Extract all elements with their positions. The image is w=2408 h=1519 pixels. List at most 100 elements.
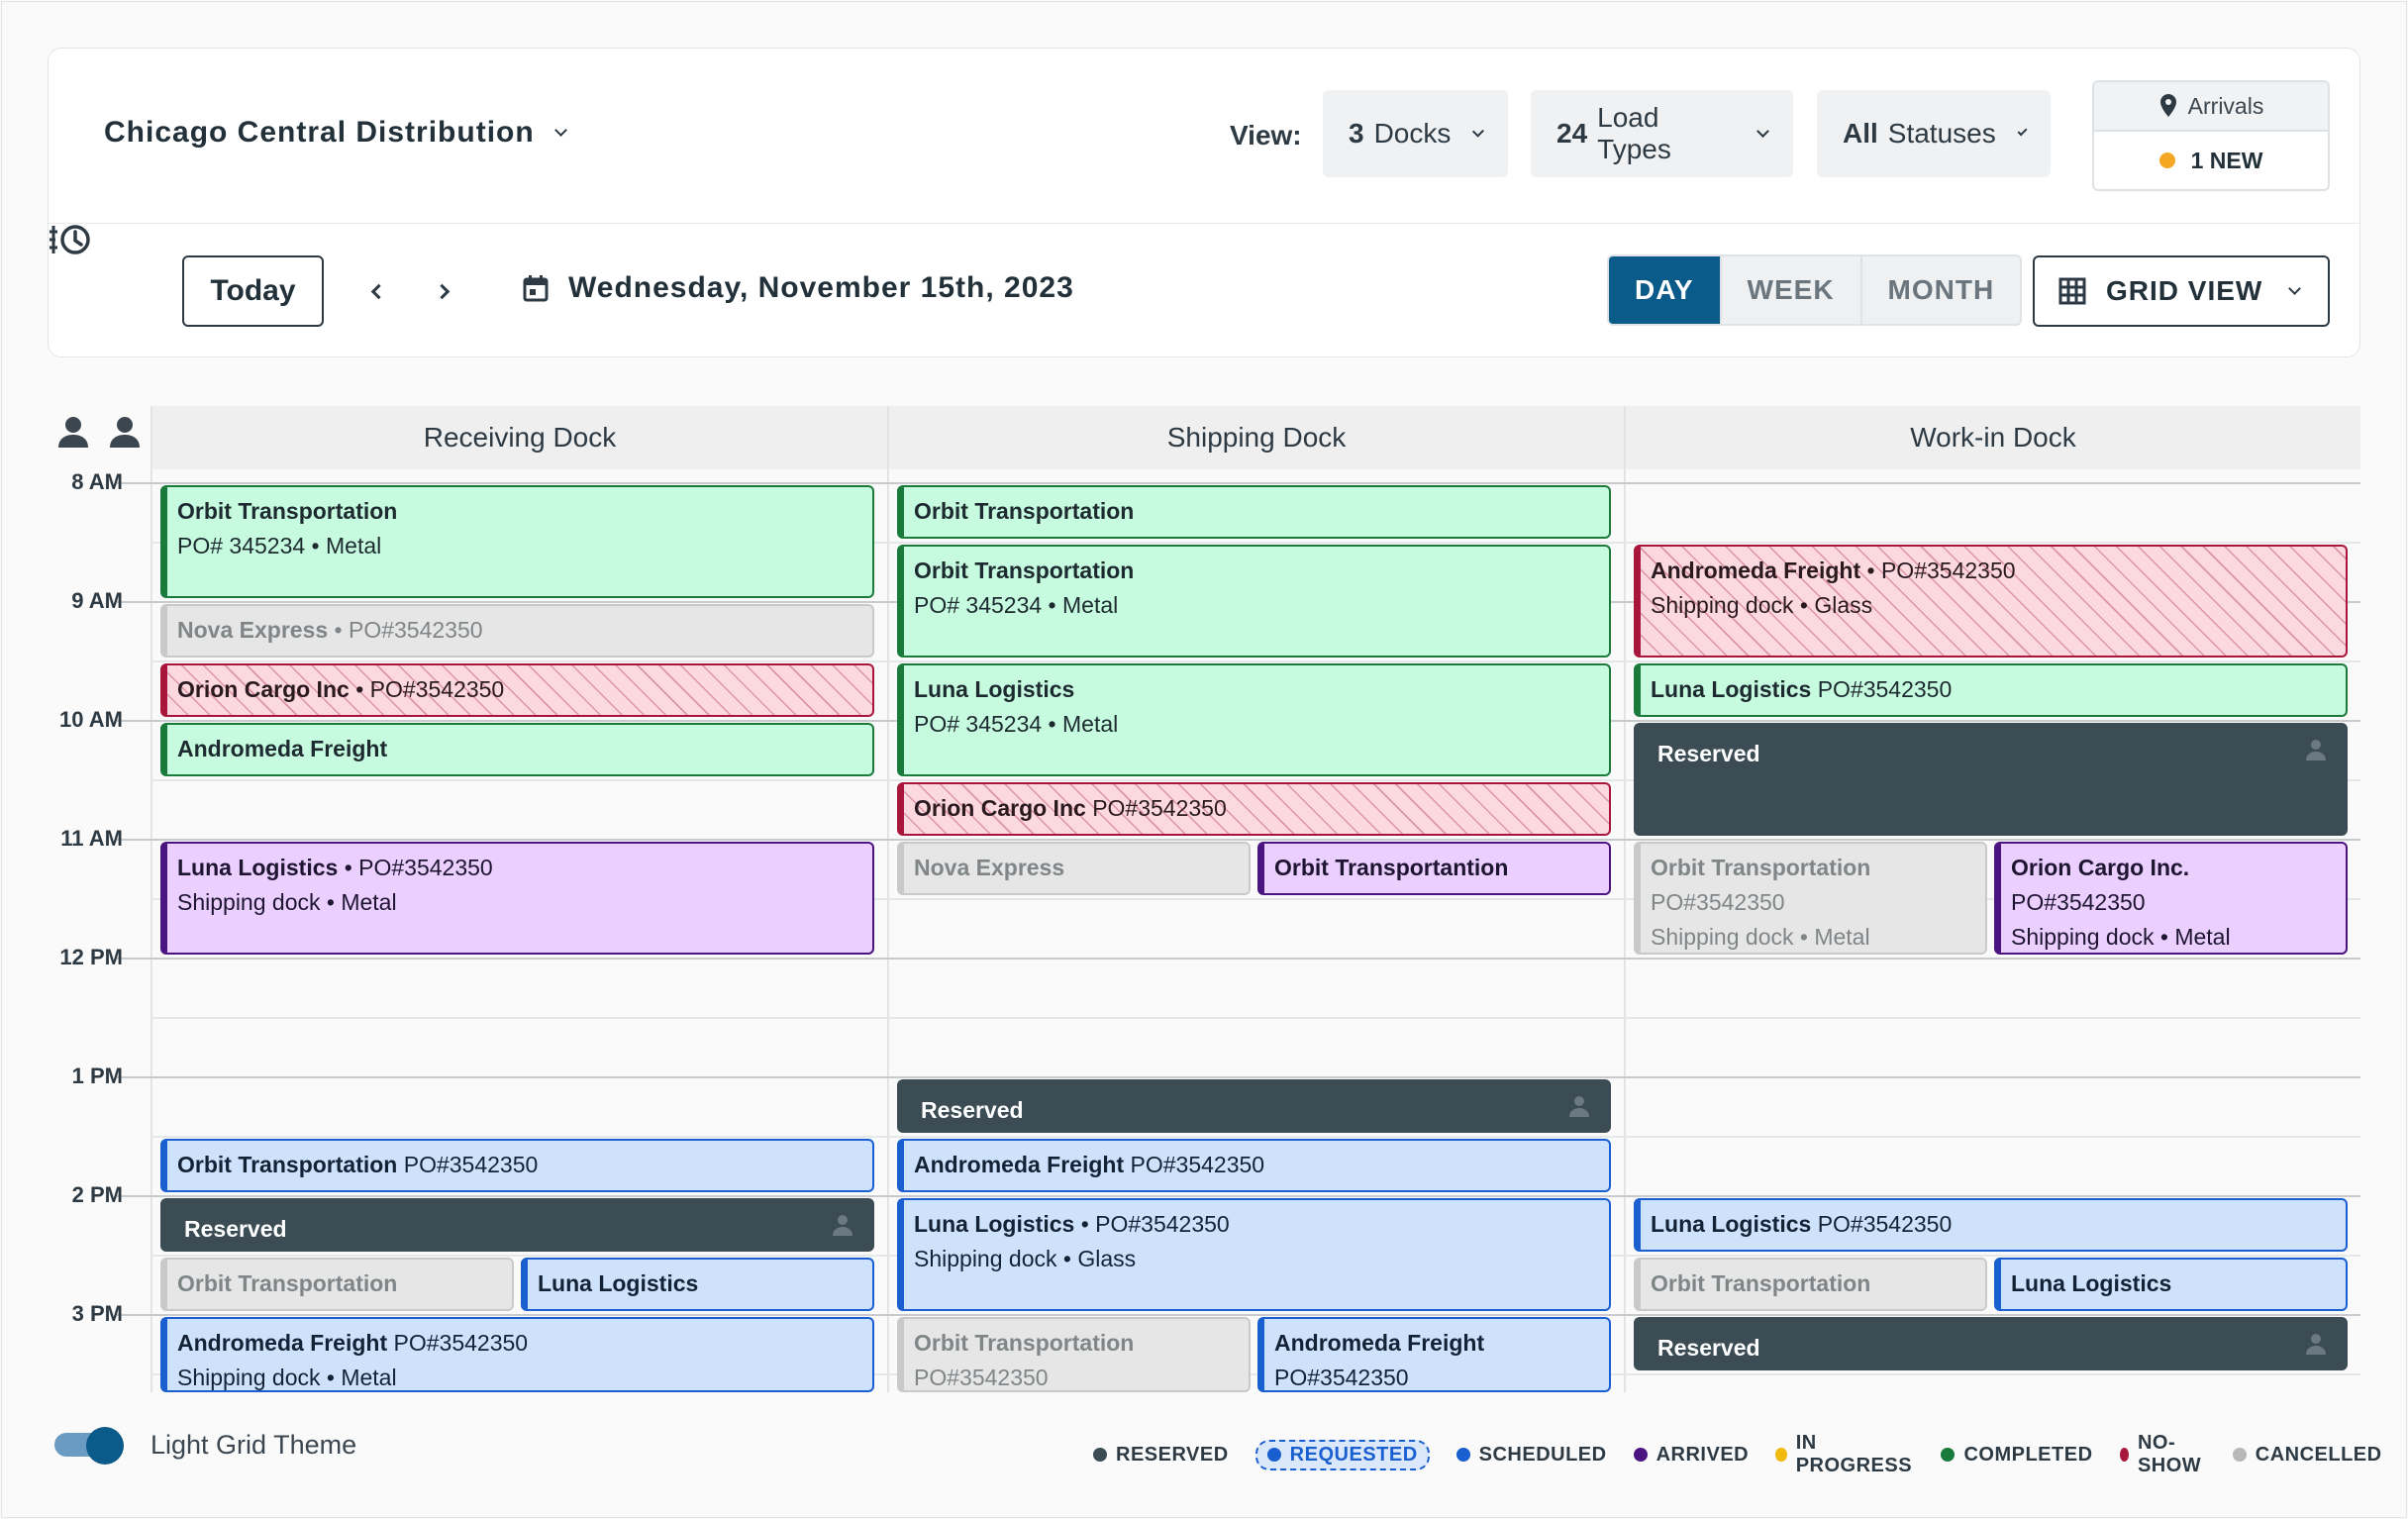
legend-item: SCHEDULED bbox=[1455, 1443, 1607, 1467]
appointment-card[interactable]: Orbit Transportation PO# 345234 • Metal bbox=[160, 485, 874, 598]
legend-label: SCHEDULED bbox=[1478, 1443, 1607, 1466]
appointment-card[interactable]: Orbit Transportantion PO#3542350 bbox=[1257, 842, 1611, 895]
reserved-block[interactable]: Reserved bbox=[1634, 723, 2348, 836]
appointment-detail: PO#3542350 bbox=[1274, 1365, 1409, 1390]
appointment-card[interactable]: Orbit Transportation PO#3542350 bbox=[1634, 1258, 1987, 1311]
carrier-name: Orion Cargo Inc bbox=[914, 795, 1086, 821]
legend-item: REQUESTED bbox=[1254, 1439, 1430, 1470]
load-types-filter[interactable]: 24 Load Types bbox=[1531, 90, 1793, 177]
carrier-name: Luna Logistics bbox=[177, 855, 339, 880]
light-grid-theme-toggle[interactable] bbox=[54, 1427, 126, 1465]
time-label: 2 PM bbox=[71, 1182, 123, 1207]
carrier-name: Orbit Transportation bbox=[1651, 855, 1871, 880]
appointment-card[interactable]: Luna Logistics PO#3542350Shipping dock •… bbox=[1634, 663, 2348, 717]
appointment-detail: PO#3542350 bbox=[2011, 889, 2146, 915]
chevron-down-icon bbox=[2288, 281, 2302, 295]
legend-item: RESERVED bbox=[1093, 1444, 1229, 1467]
next-day-button[interactable] bbox=[422, 271, 461, 311]
appointment-card[interactable]: Orbit Transportation PO# 345234 • Metal bbox=[897, 545, 1611, 658]
appointment-detail: PO#3542350 bbox=[1651, 1301, 1975, 1309]
appointment-detail: Shipping dock • Metal bbox=[1651, 1242, 2336, 1250]
appointment-card[interactable]: Andromeda Freight Shipping dock • Metal bbox=[160, 723, 874, 776]
tab-week[interactable]: WEEK bbox=[1719, 256, 1860, 324]
appointment-title: Luna Logistics PO#3542350 bbox=[1651, 1207, 2336, 1242]
grid-hline bbox=[150, 1195, 2360, 1197]
appointment-card[interactable]: Orbit Transportation PO#3542350 Shipping d… bbox=[1634, 842, 1987, 955]
appointment-detail: PO#3542350 bbox=[177, 1301, 502, 1309]
legend-label: COMPLETED bbox=[1963, 1443, 2093, 1466]
carrier-name: Orbit Transportation bbox=[914, 1330, 1135, 1356]
legend-item: IN PROGRESS bbox=[1775, 1432, 1914, 1477]
reserved-block[interactable]: Reserved bbox=[160, 1198, 874, 1252]
appointment-card[interactable]: Andromeda Freight • PO#3542350 Shipping d… bbox=[1634, 545, 2348, 658]
appointment-card[interactable]: Luna Logistics PO#3542350 bbox=[1994, 1258, 2348, 1311]
statuses-filter[interactable]: All Statuses bbox=[1817, 90, 2051, 177]
carrier-name: Orbit Transportation bbox=[1651, 1270, 1871, 1296]
today-button[interactable]: Today bbox=[182, 255, 324, 327]
new-indicator-dot bbox=[2158, 152, 2175, 168]
legend-dot bbox=[2232, 1448, 2247, 1462]
grid-view-dropdown[interactable]: GRID VIEW bbox=[2033, 255, 2330, 327]
appointment-po: PO#3542350 bbox=[403, 1152, 539, 1177]
time-label: 11 AM bbox=[60, 826, 123, 851]
grid-hline bbox=[150, 1017, 2360, 1019]
arrivals-new[interactable]: 1 NEW bbox=[2094, 132, 2328, 189]
carrier-name: Luna Logistics bbox=[914, 676, 1075, 702]
carrier-name: Orion Cargo Inc. bbox=[2011, 855, 2190, 880]
appointment-detail: Shipping dock • Metal bbox=[177, 766, 862, 774]
appointment-card[interactable]: Luna Logistics • PO#3542350 Shipping dock… bbox=[897, 1198, 1611, 1311]
reserved-block[interactable]: Reserved bbox=[1634, 1317, 2348, 1370]
history-icon[interactable] bbox=[48, 220, 93, 264]
arrivals-header: Arrivals bbox=[2094, 82, 2328, 132]
appointment-card[interactable]: Orion Cargo Inc PO#3542350Shipping dock … bbox=[897, 782, 1611, 836]
chevron-down-icon bbox=[1472, 125, 1485, 137]
appointment-detail: PO#3542350 bbox=[538, 1301, 862, 1309]
carrier-name: Andromeda Freight bbox=[1274, 1330, 1485, 1356]
chevron-left-icon bbox=[370, 283, 386, 299]
appointment-detail: Shipping dock • Glass bbox=[1651, 592, 1873, 618]
legend-dot bbox=[1093, 1448, 1107, 1462]
appointment-card[interactable]: Orbit Transportation PO#3542350 bbox=[897, 1317, 1251, 1392]
appointment-card[interactable]: Nova Express PO#3542350 bbox=[897, 842, 1251, 895]
appointment-card[interactable]: Andromeda Freight PO#3542350Shipping doc… bbox=[160, 1317, 874, 1392]
appointment-detail: PO#3542350 bbox=[1651, 889, 1785, 915]
appointment-card[interactable]: Nova Express • PO#3542350Shipping dock •… bbox=[160, 604, 874, 658]
appointment-card[interactable]: Orbit Transportation Shipping dock • Meta… bbox=[897, 485, 1611, 539]
tab-day[interactable]: DAY bbox=[1609, 256, 1720, 324]
docks-filter[interactable]: 3 Docks bbox=[1323, 90, 1508, 177]
appointment-card[interactable]: Orion Cargo Inc. PO#3542350 Shipping dock … bbox=[1994, 842, 2348, 955]
reserved-block[interactable]: Reserved bbox=[897, 1079, 1611, 1133]
legend-label: ARRIVED bbox=[1656, 1443, 1750, 1466]
appointment-card[interactable]: Luna Logistics • PO#3542350 Shipping dock… bbox=[160, 842, 874, 955]
previous-day-button[interactable] bbox=[358, 271, 398, 311]
people-icon bbox=[55, 416, 147, 455]
carrier-name: Orbit Transportation bbox=[914, 498, 1135, 524]
appointment-card[interactable]: Orbit Transportation PO#3542350 bbox=[160, 1258, 514, 1311]
appointment-card[interactable]: Andromeda Freight PO#3542350 bbox=[1257, 1317, 1611, 1392]
carrier-name: Orion Cargo Inc bbox=[177, 676, 350, 702]
date-picker[interactable]: Wednesday, November 15th, 2023 bbox=[523, 271, 1074, 305]
appointment-detail: Shipping dock • Metal bbox=[914, 826, 1599, 834]
location-selector[interactable]: Chicago Central Distribution bbox=[104, 116, 567, 150]
dock-column-receiving: Receiving Dock bbox=[152, 406, 887, 469]
appointment-title: Luna Logistics PO#3542350 bbox=[1651, 672, 2336, 707]
appointment-title: Orbit Transportation bbox=[177, 494, 862, 529]
appointment-detail: Shipping dock • Metal bbox=[177, 648, 862, 656]
arrivals-panel[interactable]: Arrivals 1 NEW bbox=[2092, 80, 2330, 191]
appointment-title: Orbit Transportation bbox=[1651, 851, 1975, 885]
appointment-card[interactable]: Luna Logistics PO#3542350Shipping dock •… bbox=[1634, 1198, 2348, 1252]
time-label: 12 PM bbox=[59, 945, 123, 969]
tab-month[interactable]: MONTH bbox=[1859, 256, 2021, 324]
appointment-card[interactable]: Orion Cargo Inc • PO#3542350Shipping doc… bbox=[160, 663, 874, 717]
appointment-detail: Shipping dock • Metal bbox=[914, 529, 1599, 537]
carrier-name: Luna Logistics bbox=[2011, 1270, 2172, 1296]
appointment-card[interactable]: Luna Logistics PO#3542350 bbox=[521, 1258, 874, 1311]
appointment-card[interactable]: Luna Logistics PO# 345234 • Metal bbox=[897, 663, 1611, 776]
appointment-card[interactable]: Orbit Transportation PO#3542350Shipping … bbox=[160, 1139, 874, 1192]
appointment-card[interactable]: Andromeda Freight PO#3542350Shipping doc… bbox=[897, 1139, 1611, 1192]
statuses-count: All bbox=[1843, 118, 1878, 149]
location-name: Chicago Central Distribution bbox=[104, 116, 535, 149]
legend-label: REQUESTED bbox=[1289, 1443, 1418, 1466]
appointment-po: • PO#3542350 bbox=[344, 855, 493, 880]
appointment-title: Orbit Transportation bbox=[914, 554, 1599, 588]
